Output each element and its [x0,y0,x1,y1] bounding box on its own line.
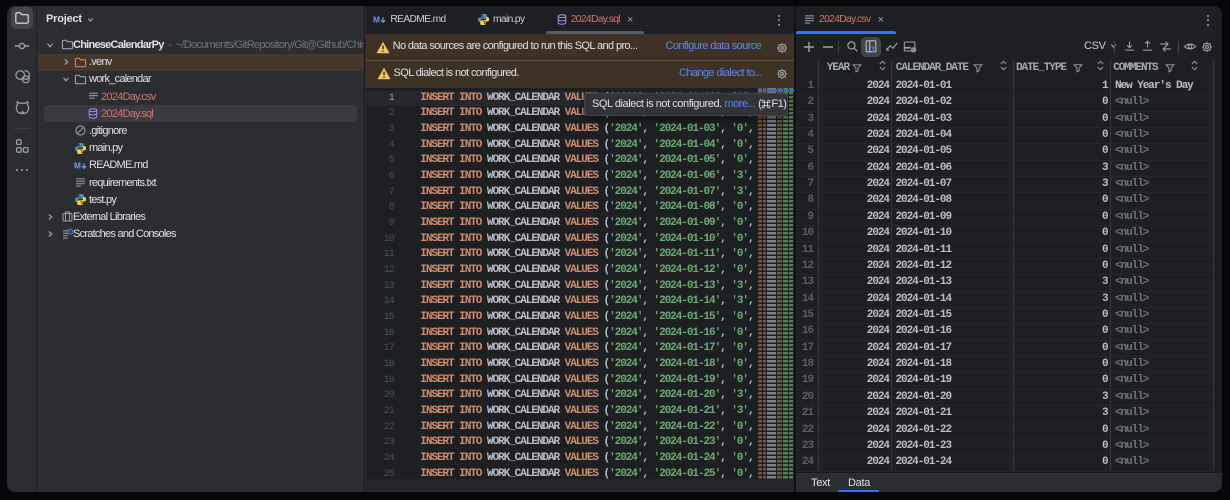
svg-text:M: M [373,15,380,25]
svg-text:M: M [74,160,81,170]
